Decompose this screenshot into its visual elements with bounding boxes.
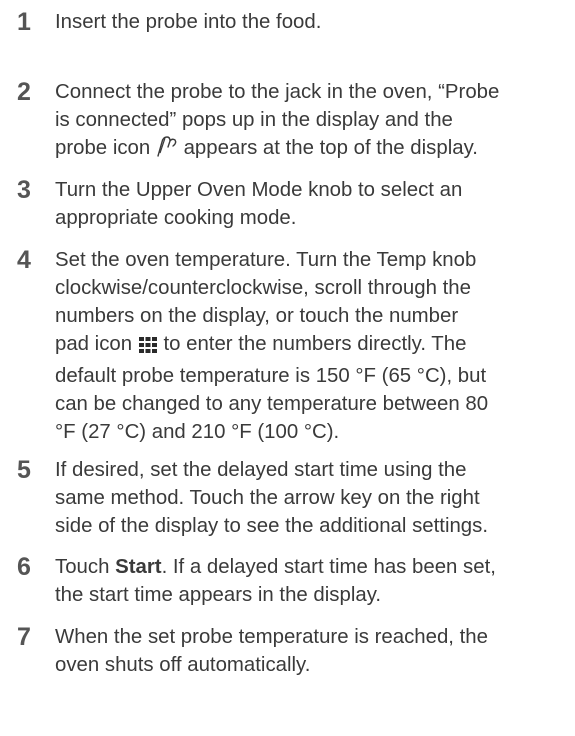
- step-text-fragment: appears at the top of the display.: [183, 137, 478, 159]
- step-text-fragment: pad icon: [55, 333, 133, 355]
- step-text-fragment: . If a delayed start time has been set,: [161, 556, 496, 578]
- step-line: Turn the Upper Oven Mode knob to select …: [55, 179, 463, 201]
- step-line: side of the display to see the additiona…: [55, 515, 489, 537]
- step-line: clockwise/counterclockwise, scroll throu…: [55, 277, 471, 299]
- step-line: Insert the probe into the food.: [55, 11, 322, 33]
- step-line: If desired, set the delayed start time u…: [55, 459, 467, 481]
- step-text: Connect the probe to the jack in the ove…: [55, 78, 575, 166]
- step-text: If desired, set the delayed start time u…: [55, 456, 575, 540]
- step-number: 2: [17, 78, 31, 106]
- number-pad-icon: [138, 334, 158, 362]
- step-text: Set the oven temperature. Turn the Temp …: [55, 246, 575, 446]
- step-line: appropriate cooking mode.: [55, 207, 297, 229]
- step-text: Touch Start. If a delayed start time has…: [55, 553, 575, 609]
- probe-icon: [156, 134, 178, 166]
- step-line: pad icon to enter the numbers directly. …: [55, 330, 575, 362]
- step-text: Insert the probe into the food.: [55, 8, 575, 36]
- step-line: oven shuts off automatically.: [55, 654, 311, 676]
- step-line: probe icon appears at the top of the dis…: [55, 134, 575, 166]
- step-number: 1: [17, 8, 31, 36]
- step-line: default probe temperature is 150 °F (65 …: [55, 365, 487, 387]
- step-number: 7: [17, 623, 31, 651]
- step-line: When the set probe temperature is reache…: [55, 626, 488, 648]
- step-line: Set the oven temperature. Turn the Temp …: [55, 249, 477, 271]
- step-number: 5: [17, 456, 31, 484]
- start-key-label: Start: [115, 556, 162, 578]
- step-number: 6: [17, 553, 31, 581]
- step-line: is connected” pops up in the display and…: [55, 109, 453, 131]
- step-line: Touch Start. If a delayed start time has…: [55, 553, 575, 581]
- step-line: °F (27 °C) and 210 °F (100 °C).: [55, 421, 340, 443]
- step-text-fragment: probe icon: [55, 137, 151, 159]
- step-line: can be changed to any temperature betwee…: [55, 393, 489, 415]
- step-text: When the set probe temperature is reache…: [55, 623, 575, 679]
- step-text-fragment: Touch: [55, 556, 110, 578]
- step-line: numbers on the display, or touch the num…: [55, 305, 459, 327]
- step-line: the start time appears in the display.: [55, 584, 382, 606]
- step-line: Connect the probe to the jack in the ove…: [55, 81, 500, 103]
- step-text: Turn the Upper Oven Mode knob to select …: [55, 176, 575, 232]
- step-text-fragment: to enter the numbers directly. The: [163, 333, 467, 355]
- step-number: 4: [17, 246, 31, 274]
- step-number: 3: [17, 176, 31, 204]
- step-line: same method. Touch the arrow key on the …: [55, 487, 480, 509]
